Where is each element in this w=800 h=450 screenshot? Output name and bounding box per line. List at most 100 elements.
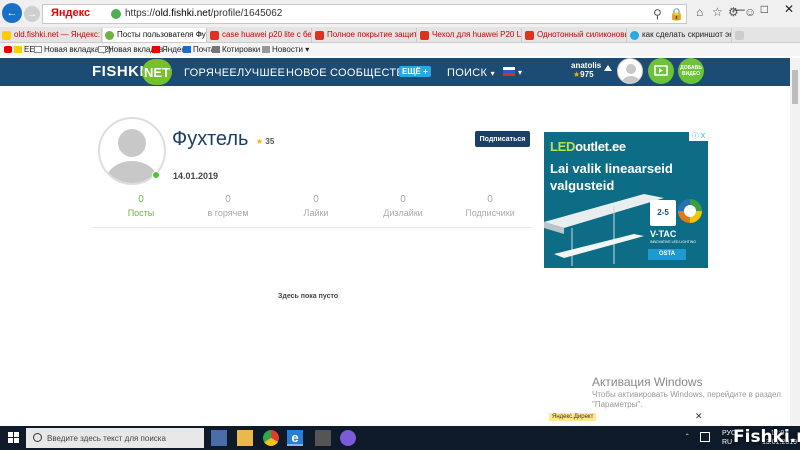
page-icon — [98, 46, 106, 53]
stat-value: 0 — [225, 194, 231, 205]
secure-icon — [111, 9, 121, 19]
brand-tagline: INNOVATIVE LED LIGHTING — [650, 240, 696, 244]
forward-button[interactable]: → — [24, 6, 40, 22]
fav-item[interactable]: EE — [4, 43, 35, 56]
user-rating: ★975 — [573, 70, 594, 79]
tab-active[interactable]: Посты пользователя Фухт... × — [103, 28, 207, 42]
url-field[interactable]: Яндекс https://old.fishki.net/profile/16… — [42, 4, 687, 24]
profile-rating: ★ 35 — [256, 137, 275, 146]
address-bar-area: ← → Яндекс https://old.fishki.net/profil… — [0, 0, 800, 27]
user-avatar[interactable] — [617, 58, 643, 84]
stat-label: Подписчики — [465, 208, 515, 218]
tab[interactable]: Однотонный силиконовый ч... — [523, 28, 627, 42]
internet-explorer-icon[interactable]: e — [287, 430, 303, 446]
chevron-down-icon: ▾ — [490, 69, 495, 78]
viber-icon[interactable] — [340, 430, 356, 446]
empty-state-message: Здесь пока пусто — [278, 293, 339, 300]
divider — [92, 227, 532, 228]
minimize-icon[interactable]: — — [733, 2, 745, 16]
brand-logo: V-TAC — [650, 229, 677, 239]
add-video-button[interactable]: ДОБАВЬ ВИДЕО — [678, 58, 704, 84]
tab[interactable]: old.fishki.net — Яндекс: нашл... — [0, 28, 102, 42]
arrow-right-icon: → — [26, 8, 38, 20]
ad-cta-button[interactable]: OSTA — [648, 249, 686, 260]
chevron-up-icon[interactable]: ˆ — [686, 433, 694, 442]
search-tab-icon — [630, 31, 639, 40]
maximize-icon[interactable]: □ — [761, 2, 768, 16]
russia-flag-icon[interactable] — [503, 67, 515, 76]
favorites-bar: EE Новая вкладка (2) Новая вкладка Яндек… — [0, 43, 800, 56]
network-icon[interactable] — [700, 432, 710, 442]
activation-subtitle: Чтобы активировать Windows, перейдите в … — [592, 390, 781, 409]
fav-item[interactable]: Новости ▾ — [262, 43, 309, 56]
stat-posts[interactable]: 0 Посты — [101, 194, 181, 218]
ad-close-button[interactable]: ⓘ X — [689, 132, 708, 141]
windows-start-icon[interactable] — [8, 432, 20, 444]
nav-best[interactable]: ЛУЧШЕЕ — [237, 67, 285, 79]
stat-value: 0 — [138, 194, 144, 205]
user-name[interactable]: anatolis — [571, 61, 601, 70]
new-tab-button[interactable] — [733, 28, 747, 42]
youtube-icon — [4, 46, 12, 53]
fav-item[interactable]: Почта — [183, 43, 215, 56]
tab[interactable]: как сделать скриншот экрана... — [628, 28, 732, 42]
stat-value: 0 — [400, 194, 406, 205]
nav-hot[interactable]: ГОРЯЧЕЕ — [184, 67, 237, 79]
chart-icon — [212, 46, 220, 53]
yandex-tab-icon — [2, 31, 11, 40]
close-icon[interactable]: ✕ — [784, 2, 794, 16]
star-icon: ★ — [256, 137, 264, 146]
search-icon — [33, 433, 42, 442]
tab[interactable]: Чехол для huawei P20 Lite За... — [418, 28, 522, 42]
energy-label-icon — [678, 199, 702, 223]
stat-label: Дизлайки — [383, 208, 423, 218]
arrow-left-icon: ← — [6, 7, 18, 19]
ad-headline: Lai valik lineaarseid valgusteid — [550, 161, 673, 193]
stat-likes[interactable]: 0 Лайки — [276, 194, 356, 218]
calculator-icon[interactable] — [315, 430, 331, 446]
site-logo-net[interactable]: NET — [142, 59, 172, 85]
stat-subscribers[interactable]: 0 Подписчики — [450, 194, 530, 218]
folder-icon — [14, 46, 22, 53]
back-button[interactable]: ← — [2, 3, 22, 23]
yandex-direct-label[interactable]: Яндекс.Директ — [549, 413, 597, 421]
file-explorer-icon[interactable] — [237, 430, 253, 446]
chrome-icon[interactable] — [263, 430, 279, 446]
aliexpress-tab-icon — [210, 31, 219, 40]
subscribe-button[interactable]: Подписаться — [475, 131, 530, 147]
close-icon[interactable]: ✕ — [695, 411, 703, 422]
tab[interactable]: Полное покрытие защитное ... — [313, 28, 417, 42]
page-scrollbar[interactable] — [790, 58, 800, 426]
video-icon[interactable] — [648, 58, 674, 84]
home-icon[interactable]: ⌂ — [696, 5, 703, 19]
stat-hot[interactable]: 0 в горячем — [188, 194, 268, 218]
chevron-down-icon[interactable]: ▾ — [518, 68, 522, 77]
tab[interactable]: case huawei p20 lite с бесплат... — [208, 28, 312, 42]
task-view-icon[interactable] — [211, 430, 227, 446]
mail-icon — [183, 46, 191, 53]
search-engine-logo: Яндекс — [51, 7, 91, 19]
window-controls: — □ ✕ — [733, 2, 794, 16]
star-icon[interactable]: ☆ — [712, 5, 723, 19]
stat-label: Лайки — [303, 208, 329, 218]
ad-banner[interactable]: LEDoutlet.ee Lai valik lineaarseid valgu… — [544, 132, 708, 268]
stat-dislikes[interactable]: 0 Дизлайки — [363, 194, 443, 218]
more-badge[interactable]: ЕЩЁ + — [399, 66, 431, 77]
tab-bar: old.fishki.net — Яндекс: нашл... Посты п… — [0, 27, 800, 43]
scrollbar-thumb[interactable] — [792, 70, 798, 104]
fishki-tab-icon — [105, 31, 114, 40]
registration-date: 14.01.2019 — [173, 171, 219, 181]
search-icon[interactable]: ⚲ — [653, 7, 662, 21]
nav-search[interactable]: ПОИСК ▾ — [447, 67, 495, 79]
warranty-badge: 2-5 — [650, 200, 676, 226]
nav-new[interactable]: НОВОЕ — [286, 67, 327, 79]
tab-close-icon[interactable]: × — [198, 28, 203, 42]
new-tab-icon — [735, 31, 744, 40]
fav-item[interactable]: Котировки ▾ — [212, 43, 266, 56]
lock-icon[interactable]: 🔒 — [669, 7, 684, 21]
url-text: https://old.fishki.net/profile/1645062 — [125, 8, 283, 19]
ad-logo: LEDoutlet.ee — [550, 139, 626, 154]
site-logo[interactable]: FISHKI — [92, 63, 144, 80]
aliexpress-tab-icon — [420, 31, 429, 40]
caret-up-icon[interactable] — [604, 65, 612, 71]
